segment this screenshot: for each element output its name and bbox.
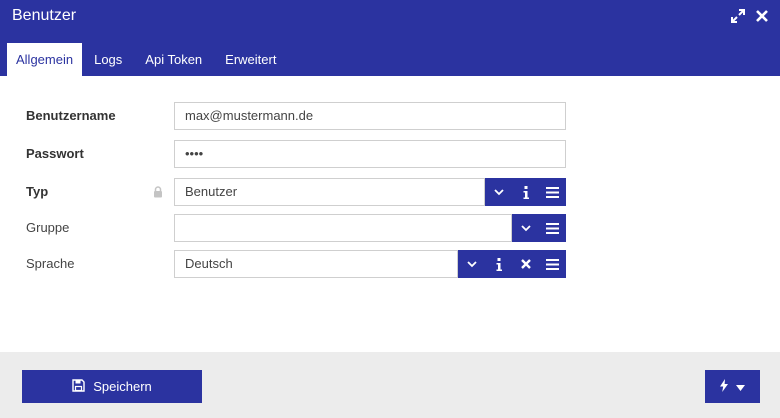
expand-icon[interactable] (730, 8, 746, 24)
list-icon[interactable] (539, 214, 566, 242)
type-select[interactable]: Benutzer (174, 178, 485, 206)
type-row: Typ Benutzer (0, 178, 780, 206)
tab-logs[interactable]: Logs (83, 43, 133, 76)
list-icon[interactable] (539, 250, 566, 278)
save-label: Speichern (93, 379, 152, 394)
actions-dropdown-button[interactable] (705, 370, 760, 403)
tab-api-token[interactable]: Api Token (134, 43, 213, 76)
lock-icon (153, 186, 163, 198)
language-buttons (458, 250, 566, 278)
username-label: Benutzername (26, 108, 116, 123)
clear-icon[interactable] (512, 250, 539, 278)
type-buttons (485, 178, 566, 206)
chevron-down-icon[interactable] (458, 250, 485, 278)
username-row: Benutzername max@mustermann.de (0, 102, 780, 130)
group-buttons (512, 214, 566, 242)
save-button[interactable]: Speichern (22, 370, 202, 403)
tab-allgemein[interactable]: Allgemein (7, 43, 83, 76)
caret-down-icon (736, 379, 745, 394)
language-select[interactable]: Deutsch (174, 250, 458, 278)
tab-bar: Allgemein Logs Api Token Erweitert (7, 43, 288, 76)
type-label: Typ (26, 184, 49, 199)
window-header: Benutzer Allgemein Logs Api Token Erweit… (0, 0, 780, 76)
window-title: Benutzer (12, 7, 77, 24)
language-row: Sprache Deutsch (0, 250, 780, 278)
password-row: Passwort •••• (0, 140, 780, 168)
tab-erweitert[interactable]: Erweitert (214, 43, 287, 76)
password-input[interactable]: •••• (174, 140, 566, 168)
language-label: Sprache (26, 256, 75, 271)
chevron-down-icon[interactable] (485, 178, 512, 206)
info-icon[interactable] (512, 178, 539, 206)
window-controls (730, 8, 770, 24)
group-label: Gruppe (26, 220, 70, 235)
lightning-icon (720, 378, 728, 395)
list-icon[interactable] (539, 178, 566, 206)
info-icon[interactable] (485, 250, 512, 278)
footer-bar: Speichern (0, 352, 780, 418)
floppy-disk-icon (72, 378, 85, 395)
password-label: Passwort (26, 146, 84, 161)
username-input[interactable]: max@mustermann.de (174, 102, 566, 130)
group-row: Gruppe (0, 214, 780, 242)
group-select[interactable] (174, 214, 512, 242)
close-icon[interactable] (754, 8, 770, 24)
chevron-down-icon[interactable] (512, 214, 539, 242)
